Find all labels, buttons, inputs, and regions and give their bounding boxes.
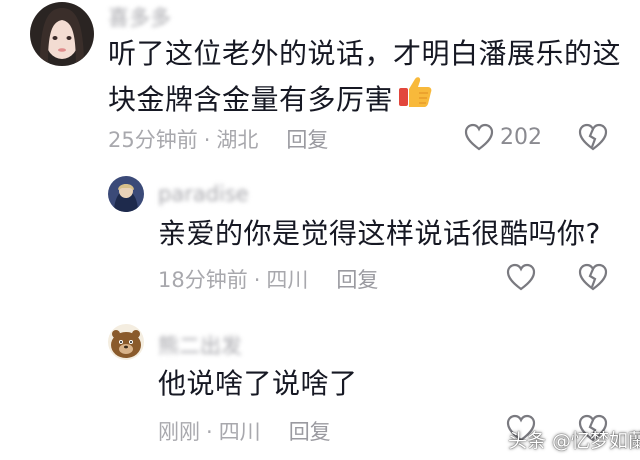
- comment-meta: 25分钟前 · 湖北 回复: [108, 124, 328, 154]
- heart-icon: [506, 263, 536, 291]
- comment-location: 四川: [266, 268, 309, 292]
- comment-text: 听了这位老外的说话，才明白潘展乐的这 块金牌含金量有多厉害: [108, 32, 628, 123]
- meta-separator: ·: [203, 128, 211, 152]
- like-button[interactable]: 202: [464, 123, 542, 151]
- comment-location: 四川: [218, 420, 261, 444]
- dislike-button[interactable]: [578, 123, 608, 151]
- broken-heart-icon: [578, 263, 608, 291]
- comment-text-line: 听了这位老外的说话，才明白潘展乐的这: [108, 37, 622, 70]
- comment-meta: 18分钟前 · 四川 回复: [158, 264, 378, 294]
- thumbs-up-icon: [397, 76, 433, 123]
- reply-button[interactable]: 回复: [289, 420, 331, 444]
- comment-username[interactable]: 熊二出发: [158, 330, 242, 360]
- comment-text: 他说啥了说啥了: [158, 367, 358, 400]
- comment-time: 25分钟前: [108, 128, 198, 152]
- avatar[interactable]: [108, 176, 144, 212]
- comment-time: 18分钟前: [158, 268, 248, 292]
- comment-meta: 刚刚 · 四川 回复: [158, 416, 331, 446]
- dislike-button[interactable]: [578, 263, 608, 291]
- reply-button[interactable]: 回复: [336, 268, 378, 292]
- watermark: 头条 @忆梦如蘭: [508, 430, 640, 452]
- meta-separator: ·: [253, 268, 261, 292]
- comment-text-line-2: 块金牌含金量有多厉害: [108, 82, 394, 116]
- comment-username[interactable]: paradise: [158, 182, 249, 206]
- comment-text-line: 块金牌含金量有多厉害: [108, 76, 628, 123]
- comment-time: 刚刚: [158, 420, 200, 444]
- like-button[interactable]: [506, 263, 536, 291]
- avatar[interactable]: [108, 324, 144, 360]
- like-count: 202: [500, 124, 542, 150]
- broken-heart-icon: [578, 123, 608, 151]
- comment-text: 亲爱的你是觉得这样说话很酷吗你?: [158, 217, 601, 250]
- avatar[interactable]: [30, 2, 94, 66]
- heart-icon: [464, 123, 494, 151]
- reply-button[interactable]: 回复: [286, 128, 328, 152]
- comment-location: 湖北: [216, 128, 259, 152]
- meta-separator: ·: [206, 420, 213, 444]
- comment-username[interactable]: 喜多多: [108, 2, 171, 32]
